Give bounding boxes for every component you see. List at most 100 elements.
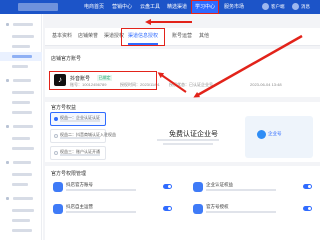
sidebar-item[interactable] bbox=[0, 144, 42, 153]
feature-name: 抖店官方账号 bbox=[66, 182, 93, 187]
section-title: 店铺官方账号 bbox=[51, 56, 82, 62]
sidebar-item-label bbox=[12, 111, 32, 114]
auth-status: 授权状态：已认证企业号 bbox=[169, 82, 213, 87]
feature-toggle[interactable] bbox=[163, 184, 172, 189]
radio-icon bbox=[54, 117, 58, 121]
sidebar-item[interactable] bbox=[0, 98, 42, 107]
brand-logo[interactable] bbox=[18, 3, 58, 11]
feature-name: 抖店自主运营 bbox=[66, 204, 93, 209]
nav-item-services[interactable]: 服务市场 bbox=[222, 0, 246, 14]
tab-account-ops[interactable]: 账号运营 bbox=[172, 32, 192, 39]
nav-item-home[interactable]: 电商首页 bbox=[82, 0, 106, 14]
sidebar-item[interactable] bbox=[0, 170, 42, 179]
rights-option-3[interactable]: 权益三：账户认证开通 bbox=[50, 146, 106, 160]
sidebar-item-icon bbox=[6, 79, 9, 82]
highlight-box-tab bbox=[121, 28, 165, 46]
sidebar-item-label bbox=[12, 209, 34, 212]
bind-date: 2023-06-04 13:48 bbox=[250, 82, 282, 87]
radio-icon bbox=[54, 151, 58, 155]
tab-basic-info[interactable]: 基本资料 bbox=[52, 32, 72, 39]
promo-illustration bbox=[245, 116, 313, 158]
sidebar-item-icon bbox=[6, 197, 9, 200]
nav-item-tools[interactable]: 云盘工具 bbox=[138, 0, 162, 14]
tab-other[interactable]: 其他 bbox=[199, 32, 209, 39]
nav-item-learning[interactable]: 学习中心 bbox=[191, 0, 220, 14]
sidebar-item[interactable] bbox=[0, 122, 42, 131]
sidebar-item-label bbox=[12, 137, 30, 140]
feature-icon bbox=[193, 204, 203, 214]
sidebar-item[interactable] bbox=[0, 216, 42, 225]
nav-item-channels[interactable]: 精选渠道 bbox=[165, 0, 189, 14]
feature-icon bbox=[53, 182, 63, 192]
sidebar-item[interactable] bbox=[0, 226, 42, 235]
feature-name: 官方号授权 bbox=[206, 204, 229, 209]
feature-description bbox=[66, 211, 136, 213]
feature-toggle[interactable] bbox=[163, 206, 172, 211]
sidebar-item[interactable] bbox=[0, 180, 42, 189]
rights-option-2[interactable]: 权益二：抖音商城认证入驻权益 bbox=[50, 129, 116, 143]
feature-toggle[interactable] bbox=[303, 206, 312, 211]
feature-description bbox=[206, 211, 276, 213]
promo-title: 免费认证企业号 bbox=[169, 131, 218, 138]
client-icon[interactable] bbox=[262, 3, 269, 10]
sidebar-item-active[interactable] bbox=[0, 52, 42, 61]
feature-description bbox=[206, 189, 276, 191]
sidebar-item[interactable] bbox=[0, 32, 42, 41]
sidebar-item[interactable] bbox=[0, 62, 42, 71]
promo-description bbox=[163, 143, 213, 145]
sidebar-item-label bbox=[13, 23, 33, 26]
option-description bbox=[60, 154, 100, 156]
sidebar-item-label bbox=[12, 91, 34, 94]
sidebar-item[interactable] bbox=[0, 42, 42, 51]
sidebar-item-label bbox=[12, 35, 34, 38]
nav-item-marketing[interactable]: 营销中心 bbox=[110, 0, 134, 14]
sidebar-item-label bbox=[12, 55, 32, 58]
bound-account-card: 店铺官方账号 ♪ 抖音账号 已绑定 账号：10012456789 授权时间：20… bbox=[45, 49, 320, 97]
sidebar-item[interactable] bbox=[0, 108, 42, 117]
official-rights-card: 官方号权益 权益一：企业认证认证 权益二：抖音商城认证入驻权益 权益三：账户认证… bbox=[45, 102, 320, 162]
highlight-box-account bbox=[49, 71, 157, 90]
feature-name: 企业认证权益 bbox=[206, 182, 233, 187]
sidebar-item-icon bbox=[6, 23, 9, 26]
sidebar-item-label bbox=[13, 161, 31, 164]
tab-bar: 基本资料 店铺荣誉 渠道授权 渠道信息授权 账号运营 其他 bbox=[45, 28, 320, 46]
sidebar-item-icon bbox=[6, 161, 9, 164]
sidebar-item[interactable] bbox=[0, 194, 42, 203]
tab-store-honor[interactable]: 店铺荣誉 bbox=[78, 32, 98, 39]
sidebar-item-label bbox=[12, 45, 30, 48]
rights-option-1[interactable]: 权益一：企业认证认证 bbox=[50, 112, 106, 126]
sidebar-item-label bbox=[12, 147, 34, 150]
feature-description bbox=[66, 189, 136, 191]
message-icon[interactable] bbox=[292, 3, 299, 10]
sidebar-item[interactable] bbox=[0, 88, 42, 97]
option-description bbox=[60, 120, 100, 122]
sidebar-item-label bbox=[12, 219, 30, 222]
feature-icon bbox=[53, 204, 63, 214]
sidebar-item[interactable] bbox=[0, 20, 42, 29]
sidebar-item[interactable] bbox=[0, 206, 42, 215]
sidebar-item-label bbox=[12, 229, 32, 232]
sidebar-item-label bbox=[12, 183, 28, 186]
sidebar bbox=[0, 14, 42, 240]
enterprise-app-name: 企业号 bbox=[268, 131, 282, 136]
sidebar-item-label bbox=[12, 101, 30, 104]
sidebar-item-label bbox=[13, 125, 33, 128]
top-nav-bar: 电商首页 营销中心 云盘工具 精选渠道 学习中心 服务市场 客户端 消息 bbox=[0, 0, 320, 14]
sidebar-item-label bbox=[13, 79, 31, 82]
section-title: 官方号权限管理 bbox=[51, 171, 87, 177]
permission-management-card: 官方号权限管理 抖店官方账号 企业认证权益 抖店自主运营 官方号授权 bbox=[45, 166, 320, 240]
client-link[interactable]: 客户端 bbox=[271, 0, 285, 14]
feature-toggle[interactable] bbox=[303, 184, 312, 189]
sidebar-item[interactable] bbox=[0, 76, 42, 85]
sidebar-item-label bbox=[12, 173, 32, 176]
option-description bbox=[60, 137, 100, 139]
sidebar-item[interactable] bbox=[0, 134, 42, 143]
section-title: 官方号权益 bbox=[51, 105, 77, 111]
message-link[interactable]: 消息 bbox=[301, 0, 310, 14]
main-content: 基本资料 店铺荣誉 渠道授权 渠道信息授权 账号运营 其他 店铺官方账号 ♪ 抖… bbox=[43, 14, 320, 240]
sidebar-item-icon bbox=[6, 125, 9, 128]
sidebar-item-label bbox=[13, 197, 33, 200]
radio-icon bbox=[54, 134, 58, 138]
sidebar-item[interactable] bbox=[0, 158, 42, 167]
enterprise-app-icon bbox=[257, 130, 266, 139]
